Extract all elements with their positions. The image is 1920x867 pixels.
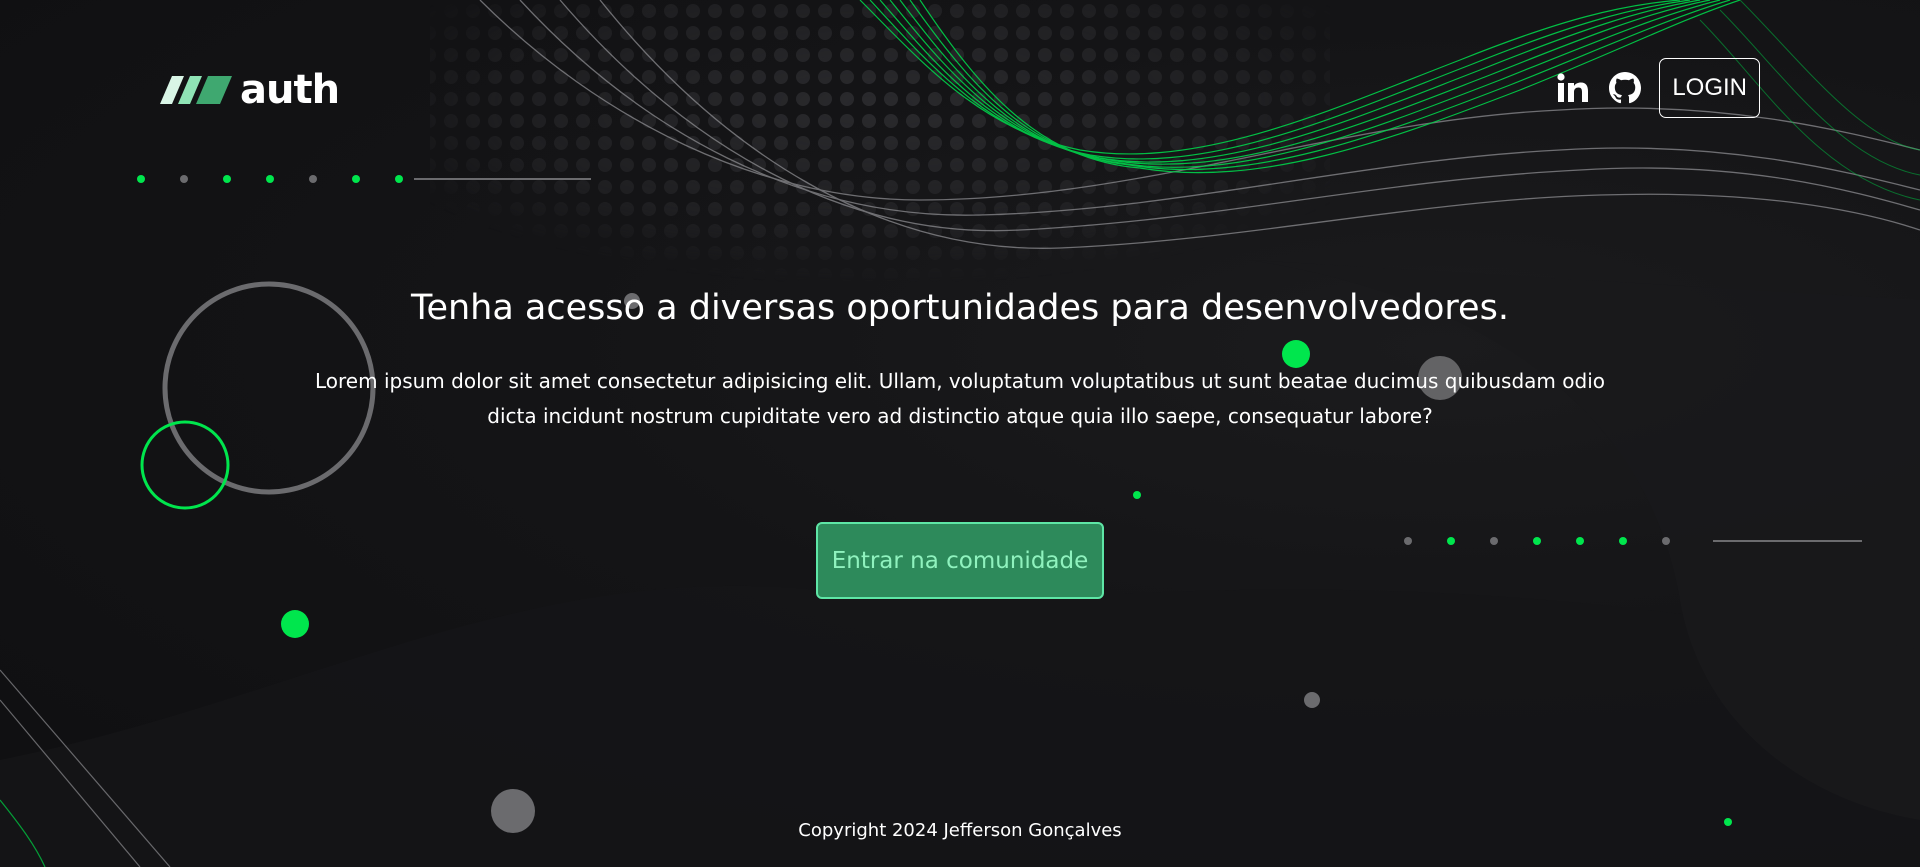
join-community-button[interactable]: Entrar na comunidade [816, 522, 1104, 599]
brand-logo[interactable]: auth [160, 66, 340, 114]
hero-title: Tenha acesso a diversas oportunidades pa… [411, 288, 1509, 328]
landing-page: auth LOGIN Tenha acesso a diversas oport… [0, 0, 1920, 867]
hero-description: Lorem ipsum dolor sit amet consectetur a… [315, 369, 1605, 428]
linkedin-icon[interactable] [1555, 70, 1591, 106]
header-nav: LOGIN [1555, 58, 1760, 118]
github-icon[interactable] [1607, 70, 1643, 106]
footer-copyright: Copyright 2024 Jefferson Gonçalves [798, 820, 1122, 841]
triple-slash-logo-icon [160, 76, 232, 104]
login-button[interactable]: LOGIN [1659, 58, 1760, 118]
brand-name: auth [240, 67, 340, 113]
